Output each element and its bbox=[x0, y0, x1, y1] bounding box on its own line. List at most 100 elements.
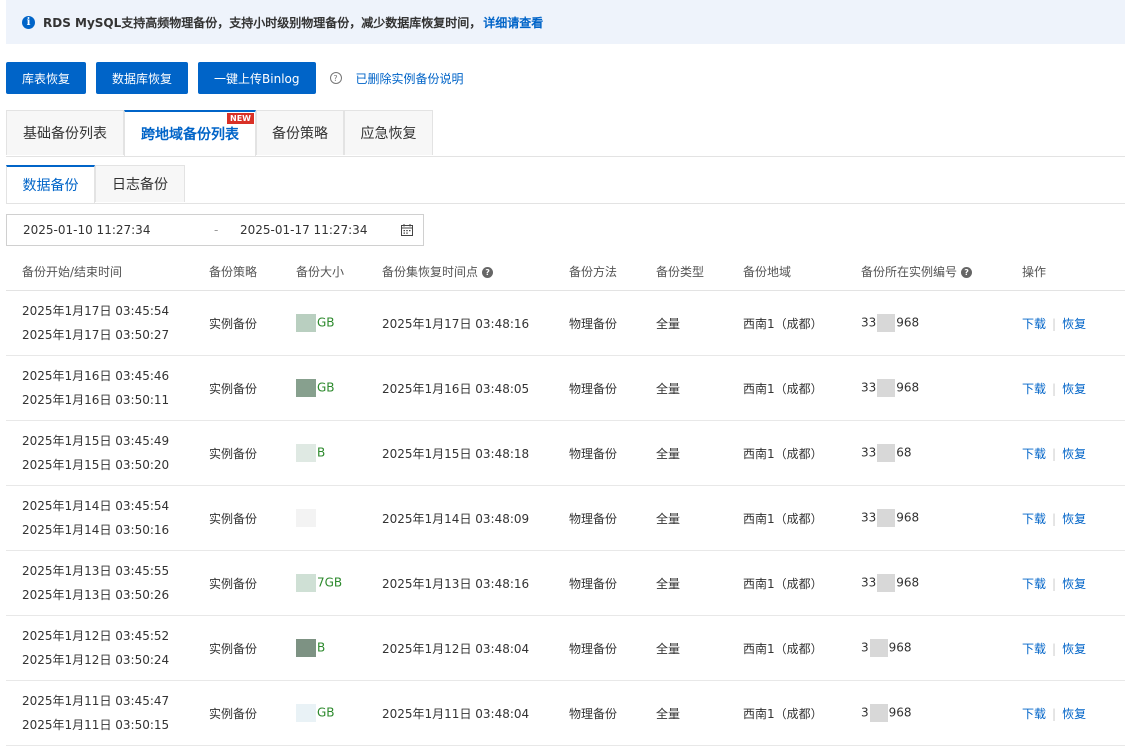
action-divider: | bbox=[1052, 316, 1057, 331]
table-row: 2025年1月11日 03:45:47 2025年1月11日 03:50:15 实例… bbox=[6, 680, 1125, 746]
instance-id-prefix: 3 bbox=[861, 705, 869, 720]
backup-end-time: 2025年1月17日 03:50:27 bbox=[22, 328, 170, 342]
restore-link[interactable]: 恢复 bbox=[1062, 642, 1086, 656]
restore-link[interactable]: 恢复 bbox=[1062, 707, 1086, 721]
redacted-block bbox=[296, 379, 316, 397]
download-link[interactable]: 下载 bbox=[1022, 642, 1046, 656]
tab-basic-backup-list[interactable]: 基础备份列表 bbox=[6, 110, 124, 155]
actions-cell: 下载 | 恢复 bbox=[1022, 615, 1125, 681]
tab-data-backup[interactable]: 数据备份 bbox=[6, 165, 95, 203]
backup-size-cell: B bbox=[296, 420, 382, 486]
question-icon[interactable]: ? bbox=[329, 72, 342, 84]
restore-link[interactable]: 恢复 bbox=[1062, 577, 1086, 591]
tab-log-backup[interactable]: 日志备份 bbox=[95, 165, 185, 202]
question-icon[interactable]: ? bbox=[482, 267, 494, 278]
tab-backup-policy[interactable]: 备份策略 bbox=[256, 110, 344, 155]
backup-end-time: 2025年1月14日 03:50:16 bbox=[22, 523, 170, 537]
date-range-picker[interactable]: 2025-01-10 11:27:34 - 2025-01-17 11:27:3… bbox=[6, 214, 424, 246]
col-start-end-time: 备份开始/结束时间 bbox=[6, 253, 209, 291]
backup-size: GB bbox=[317, 705, 335, 720]
table-row: 2025年1月13日 03:45:55 2025年1月13日 03:50:26 实例… bbox=[6, 550, 1125, 616]
backup-policy: 实例备份 bbox=[209, 615, 296, 681]
col-backup-method: 备份方法 bbox=[569, 253, 656, 291]
redacted-block bbox=[296, 509, 316, 527]
download-link[interactable]: 下载 bbox=[1022, 577, 1046, 591]
table-restore-button[interactable]: 库表恢复 bbox=[6, 62, 87, 94]
tab-label: 日志备份 bbox=[112, 177, 168, 193]
notice-detail-link[interactable]: 详细请查看 bbox=[483, 14, 543, 31]
download-link[interactable]: 下载 bbox=[1022, 707, 1046, 721]
backup-policy: 实例备份 bbox=[209, 420, 296, 486]
backup-region: 西南1（成都） bbox=[743, 290, 861, 356]
redacted-block bbox=[296, 444, 316, 462]
table-header-row: 备份开始/结束时间 备份策略 备份大小 备份集恢复时间点? 备份方法 备份类型 … bbox=[6, 253, 1125, 291]
time-cell: 2025年1月15日 03:45:49 2025年1月15日 03:50:20 bbox=[6, 420, 209, 486]
backup-method: 物理备份 bbox=[569, 420, 656, 486]
time-cell: 2025年1月14日 03:45:54 2025年1月14日 03:50:16 bbox=[6, 485, 209, 551]
backup-start-time: 2025年1月14日 03:45:54 bbox=[22, 499, 170, 513]
col-backup-type: 备份类型 bbox=[656, 253, 743, 291]
backup-start-time: 2025年1月11日 03:45:47 bbox=[22, 694, 170, 708]
backup-method: 物理备份 bbox=[569, 485, 656, 551]
download-link[interactable]: 下载 bbox=[1022, 447, 1046, 461]
restore-link[interactable]: 恢复 bbox=[1062, 447, 1086, 461]
backup-start-time: 2025年1月13日 03:45:55 bbox=[22, 564, 170, 578]
backup-start-time: 2025年1月12日 03:45:52 bbox=[22, 629, 170, 643]
deleted-instance-backup-link[interactable]: 已删除实例备份说明 bbox=[356, 70, 464, 87]
download-link[interactable]: 下载 bbox=[1022, 317, 1046, 331]
action-divider: | bbox=[1052, 641, 1057, 656]
col-backup-size: 备份大小 bbox=[296, 253, 382, 291]
backup-size-cell: GB bbox=[296, 680, 382, 746]
backup-start-time: 2025年1月17日 03:45:54 bbox=[22, 304, 170, 318]
instance-id-prefix: 33 bbox=[861, 445, 877, 460]
redacted-block bbox=[296, 314, 316, 332]
download-link[interactable]: 下载 bbox=[1022, 382, 1046, 396]
backup-type: 全量 bbox=[656, 355, 743, 421]
redacted-block bbox=[877, 444, 896, 462]
question-icon[interactable]: ? bbox=[961, 267, 973, 278]
instance-id-prefix: 3 bbox=[861, 640, 869, 655]
instance-id-cell: 33 968 bbox=[861, 290, 1022, 356]
tab-emergency-recovery[interactable]: 应急恢复 bbox=[344, 110, 433, 155]
instance-id-prefix: 33 bbox=[861, 575, 877, 590]
redacted-block bbox=[296, 704, 316, 722]
backup-size-cell bbox=[296, 485, 382, 551]
restore-point: 2025年1月12日 03:48:04 bbox=[382, 615, 569, 681]
date-range-separator: - bbox=[214, 223, 219, 237]
backup-region: 西南1（成都） bbox=[743, 420, 861, 486]
restore-link[interactable]: 恢复 bbox=[1062, 382, 1086, 396]
backup-type: 全量 bbox=[656, 550, 743, 616]
tab-label: 跨地域备份列表 bbox=[141, 127, 239, 143]
restore-link[interactable]: 恢复 bbox=[1062, 512, 1086, 526]
main-tabs: 基础备份列表 跨地域备份列表 NEW 备份策略 应急恢复 bbox=[6, 110, 1125, 157]
action-divider: | bbox=[1052, 511, 1057, 526]
backup-end-time: 2025年1月11日 03:50:15 bbox=[22, 718, 170, 732]
download-link[interactable]: 下载 bbox=[1022, 512, 1046, 526]
date-range-start[interactable]: 2025-01-10 11:27:34 bbox=[23, 223, 150, 237]
backup-policy: 实例备份 bbox=[209, 550, 296, 616]
upload-binlog-button[interactable]: 一键上传Binlog bbox=[198, 62, 316, 94]
instance-id-suffix: 968 bbox=[896, 575, 920, 590]
date-range-end[interactable]: 2025-01-17 11:27:34 bbox=[240, 223, 367, 237]
restore-link[interactable]: 恢复 bbox=[1062, 317, 1086, 331]
tab-cross-region-backup-list[interactable]: 跨地域备份列表 NEW bbox=[124, 110, 256, 156]
backup-method: 物理备份 bbox=[569, 550, 656, 616]
tab-label: 数据备份 bbox=[22, 178, 79, 194]
action-divider: | bbox=[1052, 381, 1057, 396]
actions-cell: 下载 | 恢复 bbox=[1022, 680, 1125, 746]
col-backup-region: 备份地域 bbox=[743, 253, 861, 291]
time-cell: 2025年1月11日 03:45:47 2025年1月11日 03:50:15 bbox=[6, 680, 209, 746]
database-restore-button[interactable]: 数据库恢复 bbox=[96, 62, 189, 94]
calendar-icon[interactable] bbox=[401, 224, 413, 236]
instance-id-cell: 3 968 bbox=[861, 680, 1022, 746]
actions-cell: 下载 | 恢复 bbox=[1022, 485, 1125, 551]
backup-end-time: 2025年1月13日 03:50:26 bbox=[22, 588, 170, 602]
time-cell: 2025年1月12日 03:45:52 2025年1月12日 03:50:24 bbox=[6, 615, 209, 681]
redacted-block bbox=[296, 574, 316, 592]
time-cell: 2025年1月17日 03:45:54 2025年1月17日 03:50:27 bbox=[6, 290, 209, 356]
actions-cell: 下载 | 恢复 bbox=[1022, 420, 1125, 486]
instance-id-prefix: 33 bbox=[861, 510, 877, 525]
backup-policy: 实例备份 bbox=[209, 290, 296, 356]
actions-cell: 下载 | 恢复 bbox=[1022, 290, 1125, 356]
backup-size: B bbox=[317, 640, 326, 655]
